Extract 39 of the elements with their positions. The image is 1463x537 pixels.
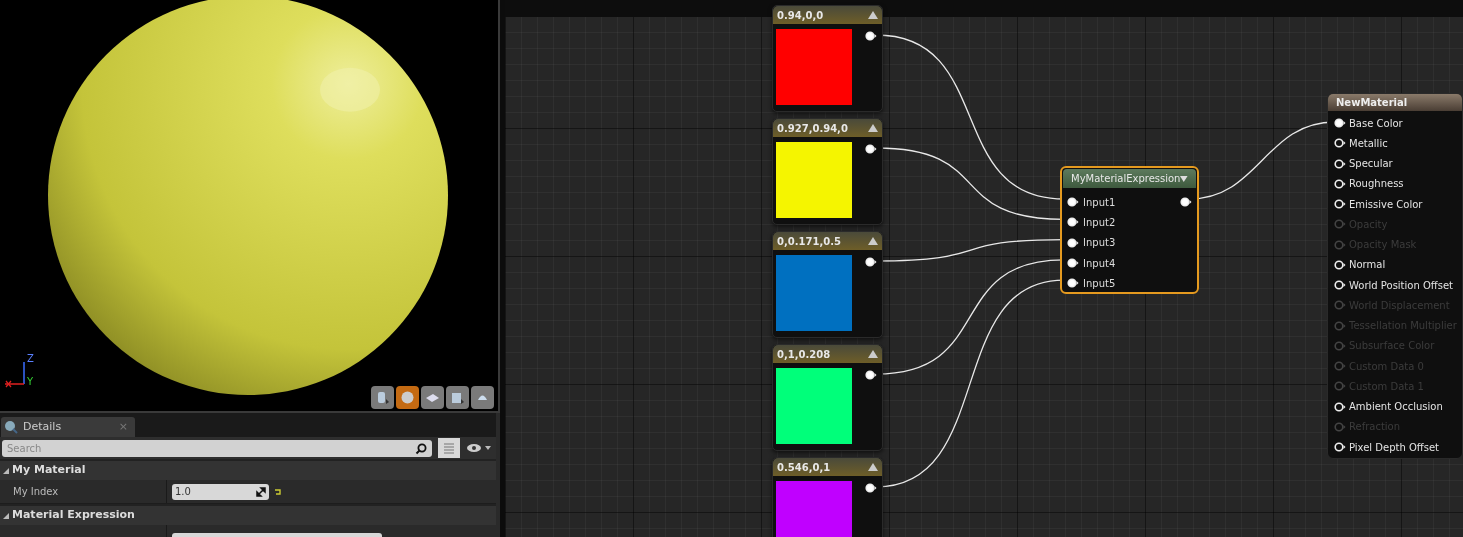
category-title: Material Expression (12, 507, 135, 524)
category-header[interactable]: Material Expression (0, 504, 496, 525)
category-title: My Material (12, 462, 86, 479)
pin-label: Input4 (1083, 256, 1116, 271)
pin-label: Roughness (1349, 177, 1404, 192)
pin-label: Pixel Depth Offset (1349, 440, 1439, 455)
constant-node[interactable]: 0,1,0.208 (772, 344, 883, 451)
node-title: 0.94,0,0 (777, 8, 825, 23)
axis-label: Y (27, 377, 34, 387)
node-title: 0.927,0.94,0 (777, 121, 849, 136)
pin-label: Ambient Occlusion (1349, 400, 1443, 415)
details-tab[interactable]: Details × (1, 417, 135, 437)
number-field[interactable]: 1.0 (172, 483, 269, 500)
tab-label: Details (23, 418, 63, 435)
node-title: 0.546,0,1 (777, 460, 832, 475)
expression-node[interactable]: MyMaterialExpression Input1 Input2 Input3 Input4 Input5 (1060, 166, 1199, 294)
pin-label: Metallic (1349, 136, 1388, 151)
node-title: NewMaterial (1336, 96, 1408, 110)
constant-node[interactable]: 0.94,0,0 (772, 5, 883, 112)
category-header[interactable]: My Material (0, 459, 496, 480)
node-title: MyMaterialExpression (1071, 172, 1181, 186)
property-label: My Index (13, 485, 59, 499)
pin-label: Base Color (1349, 116, 1403, 131)
constant-node[interactable]: 0,0.171,0.5 (772, 231, 883, 338)
search-field[interactable]: Search (2, 439, 432, 457)
constant-node[interactable]: 0.546,0,1 (772, 457, 883, 537)
node-title: 0,0.171,0.5 (777, 234, 842, 249)
axis-label: Z (27, 354, 34, 364)
pin-label: Input5 (1083, 276, 1116, 291)
constant-node[interactable]: 0.927,0.94,0 (772, 118, 883, 225)
pin-label: World Position Offset (1349, 278, 1453, 293)
pin-label: Input3 (1083, 236, 1116, 251)
pin-label: Normal (1349, 258, 1386, 273)
pin-label: Specular (1349, 157, 1393, 172)
field-value: 1.0 (175, 485, 192, 499)
pin-label: Input1 (1083, 195, 1116, 210)
pin-label: Input2 (1083, 215, 1116, 230)
pin-label: Emissive Color (1349, 197, 1423, 212)
node-title: 0,1,0.208 (777, 347, 832, 362)
